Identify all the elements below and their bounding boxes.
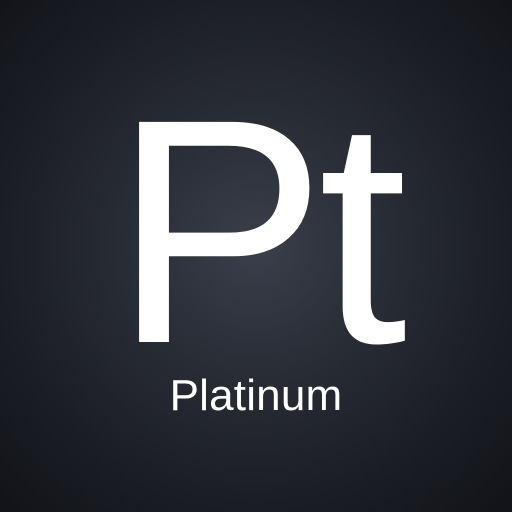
element-name: Platinum xyxy=(169,371,343,420)
element-tile: Pt Platinum xyxy=(0,0,512,512)
element-symbol: Pt xyxy=(0,58,512,368)
element-symbol-text: Pt xyxy=(113,58,408,368)
